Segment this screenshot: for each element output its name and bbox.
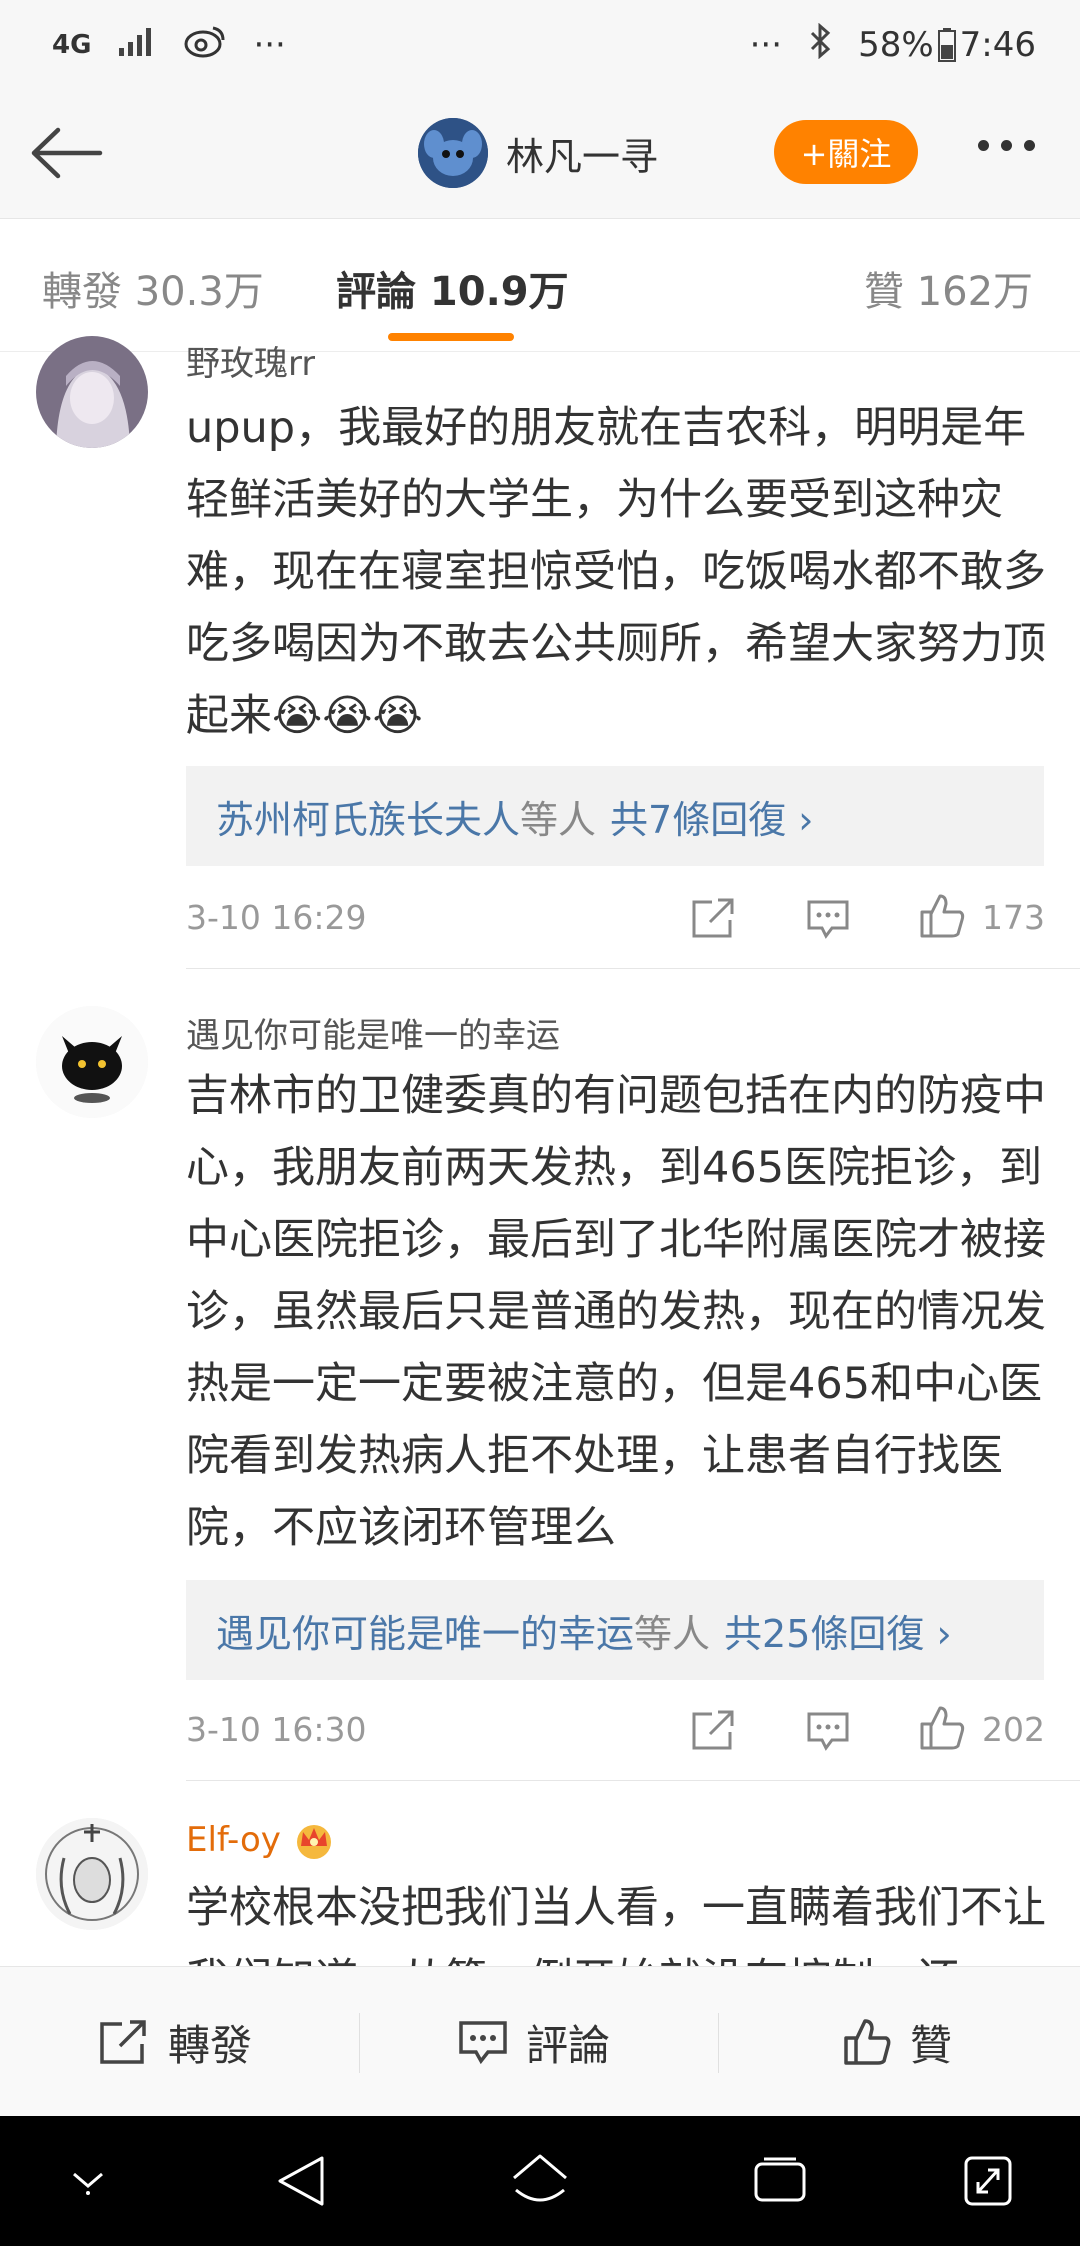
repost-button[interactable]: 轉發 xyxy=(98,1967,252,2117)
repost-icon xyxy=(100,2020,146,2064)
bottom-divider xyxy=(718,2013,719,2073)
nav-home-icon[interactable] xyxy=(510,2150,570,2210)
repost-label: 轉發 xyxy=(168,2020,253,2070)
commenter-name[interactable]: Elf-oy xyxy=(186,1820,337,1860)
bottom-divider xyxy=(359,2013,360,2073)
like-label: 贊 xyxy=(910,2020,953,2070)
thumbs-up-icon xyxy=(844,2019,891,2065)
comment-text: 学校根本没把我们当人看，一直瞒着我们不让我们知道，从第一例开始就没有控制，还 xyxy=(186,1883,1046,1966)
comment-label: 評論 xyxy=(526,2020,611,2070)
system-nav-bar xyxy=(0,2116,1080,2246)
vip-crown-icon xyxy=(296,1825,331,1859)
comment-item: Elf-oy 学校根本没把我们当人看，一直瞒着我们不让我们知道，从第一例开始就没… xyxy=(0,0,1080,1966)
nav-rotate-icon[interactable] xyxy=(962,2154,1014,2208)
comment-icon xyxy=(459,2021,507,2065)
hide-keyboard-icon[interactable] xyxy=(66,2166,110,2196)
like-button[interactable]: 贊 xyxy=(842,1967,952,2117)
comment-button[interactable]: 評論 xyxy=(458,1967,610,2117)
nav-recents-icon[interactable] xyxy=(752,2156,808,2206)
commenter-name-text: Elf-oy xyxy=(186,1820,281,1860)
bottom-action-bar: 轉發 評論 贊 xyxy=(0,1966,1080,2117)
commenter-avatar[interactable] xyxy=(36,1818,148,1930)
nav-back-icon[interactable] xyxy=(276,2154,328,2208)
